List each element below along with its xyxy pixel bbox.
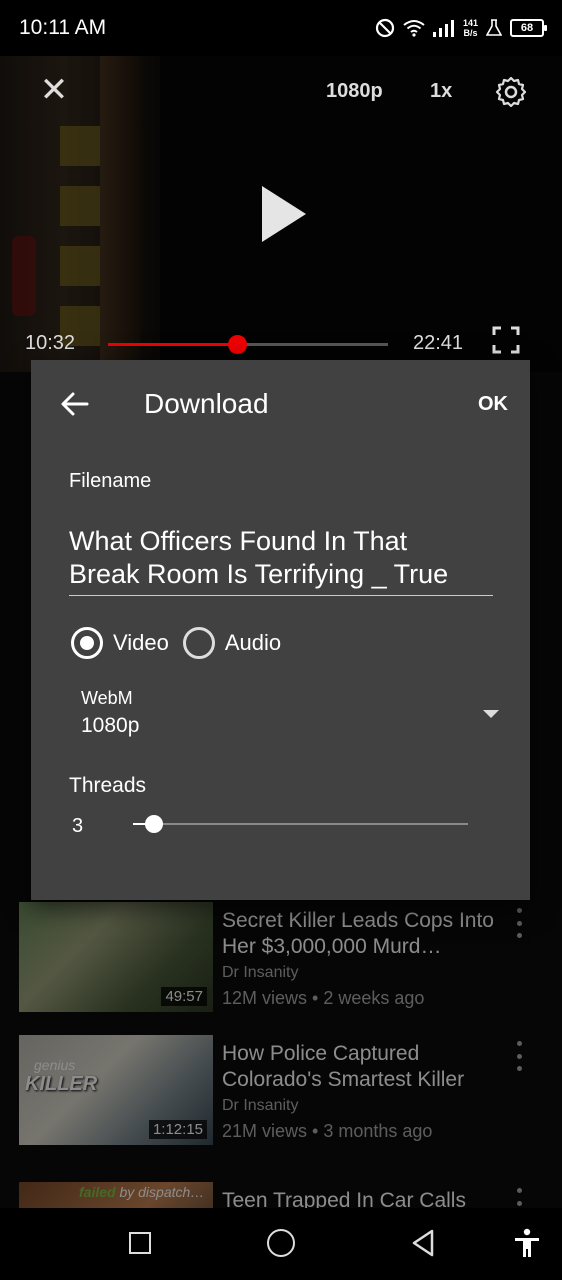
network-speed: 141 B/s — [463, 18, 478, 38]
video-channel: Dr Insanity — [222, 964, 299, 981]
seek-bar-progress — [108, 343, 239, 346]
battery-level: 68 — [520, 22, 534, 34]
back-button[interactable] — [410, 1228, 436, 1258]
accessibility-icon[interactable] — [513, 1228, 541, 1258]
chevron-down-icon[interactable] — [483, 710, 499, 718]
wifi-icon — [403, 20, 425, 37]
threads-label: Threads — [69, 774, 147, 797]
audio-radio-label[interactable]: Audio — [225, 630, 281, 656]
video-meta: 21M views • 3 months ago — [222, 1121, 433, 1141]
video-channel: Dr Insanity — [222, 1097, 299, 1114]
status-icons: 141 B/s 68 — [375, 15, 547, 41]
battery-icon: 68 — [510, 19, 547, 37]
recents-button[interactable] — [129, 1232, 151, 1254]
status-bar: 10:11 AM 141 B/s 68 — [0, 0, 562, 56]
total-duration: 22:41 — [413, 332, 464, 354]
video-title[interactable]: Secret Killer Leads Cops Into Her $3,000… — [222, 908, 502, 960]
seek-bar[interactable] — [108, 343, 388, 346]
play-icon[interactable] — [262, 186, 306, 242]
settings-gear-icon[interactable] — [494, 75, 528, 109]
back-arrow-icon[interactable] — [59, 388, 91, 420]
filename-input[interactable]: What Officers Found In That Break Room I… — [69, 525, 493, 596]
video-player[interactable]: ✕ 1080p 1x 10:32 22:41 — [0, 56, 562, 372]
threads-slider[interactable] — [133, 823, 468, 825]
flask-icon — [486, 19, 502, 36]
download-dialog: Download OK Filename What Officers Found… — [31, 360, 530, 900]
more-options-icon[interactable] — [514, 908, 524, 938]
seek-thumb[interactable] — [228, 335, 247, 354]
video-meta: 12M views • 2 weeks ago — [222, 988, 425, 1008]
dialog-title: Download — [144, 388, 269, 419]
video-duration: 49:57 — [161, 987, 207, 1006]
video-radio[interactable] — [71, 627, 103, 659]
audio-radio[interactable] — [182, 627, 215, 659]
list-item[interactable]: 49:57 Secret Killer Leads Cops Into Her … — [0, 902, 562, 1022]
navigation-bar — [0, 1208, 562, 1280]
thumbnail-caption-rest: by dispatch… — [115, 1184, 205, 1200]
network-speed-value: 141 — [462, 18, 478, 28]
video-thumbnail[interactable]: genius KILLER 1:12:15 — [19, 1035, 213, 1145]
close-icon[interactable]: ✕ — [38, 73, 70, 107]
video-radio-label[interactable]: Video — [113, 630, 169, 656]
status-time: 10:11 AM — [19, 16, 107, 39]
quality-button[interactable]: 1080p — [326, 80, 383, 103]
playback-speed-button[interactable]: 1x — [430, 80, 452, 103]
format-resolution: 1080p — [81, 714, 140, 737]
dnd-icon — [375, 18, 395, 38]
fullscreen-icon[interactable] — [492, 326, 520, 354]
format-dropdown[interactable]: WebM 1080p — [81, 688, 499, 744]
video-thumbnail[interactable]: 49:57 — [19, 902, 213, 1012]
more-options-icon[interactable] — [514, 1041, 524, 1071]
current-time: 10:32 — [25, 332, 76, 354]
format-radio-group: Video Audio — [71, 626, 295, 660]
filename-label: Filename — [69, 470, 152, 492]
network-speed-unit: B/s — [463, 28, 478, 38]
ok-button[interactable]: OK — [478, 393, 508, 416]
video-duration: 1:12:15 — [148, 1120, 207, 1139]
thumbnail-caption: failed by dispatch… — [79, 1184, 204, 1200]
format-type: WebM — [81, 688, 133, 708]
thumbnail-caption: genius — [34, 1057, 76, 1073]
home-button[interactable] — [267, 1229, 295, 1257]
signal-icon — [432, 20, 454, 37]
thumbnail-headline: KILLER — [25, 1073, 98, 1095]
list-item[interactable]: genius KILLER 1:12:15 How Police Capture… — [0, 1035, 562, 1155]
threads-value: 3 — [72, 815, 84, 837]
threads-slider-thumb[interactable] — [145, 815, 163, 833]
video-title[interactable]: How Police Captured Colorado's Smartest … — [222, 1041, 502, 1093]
thumbnail-caption-highlight: failed — [79, 1184, 116, 1200]
